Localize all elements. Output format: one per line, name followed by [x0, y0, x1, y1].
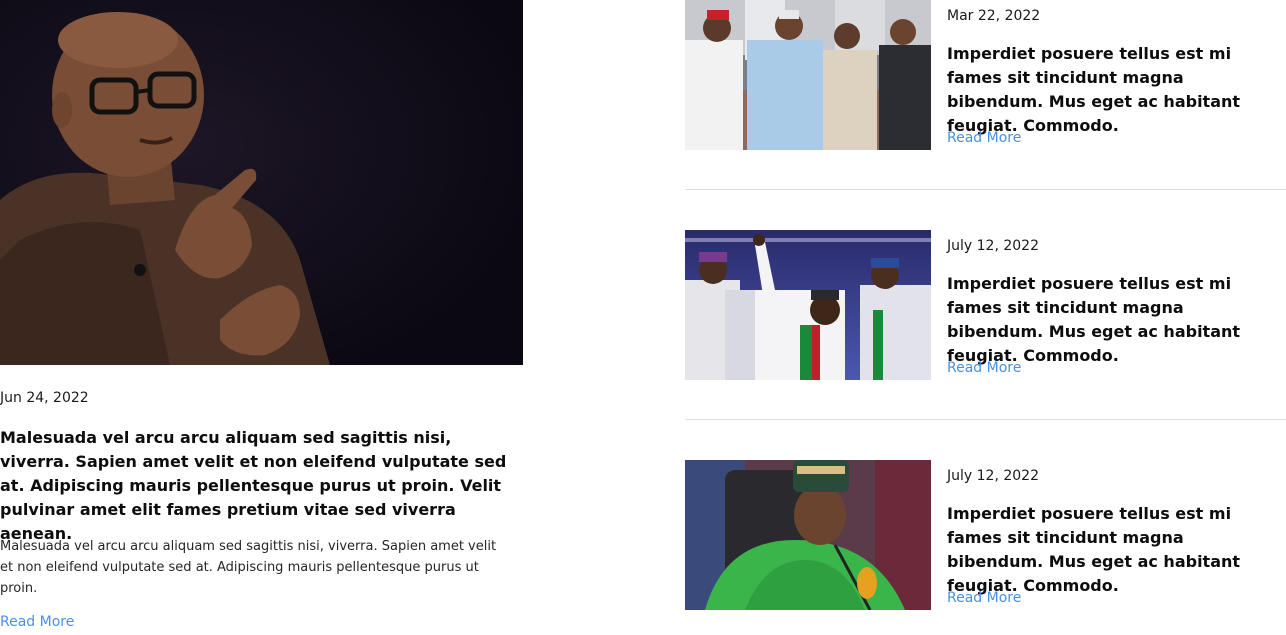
post-item: Mar 22, 2022 Imperdiet posuere tellus es… — [685, 0, 1286, 150]
featured-article-image[interactable] — [0, 0, 523, 365]
post-title[interactable]: Imperdiet posuere tellus est mi fames si… — [947, 42, 1277, 138]
post-photo — [685, 0, 931, 150]
featured-photo — [0, 0, 523, 365]
post-item: July 12, 2022 Imperdiet posuere tellus e… — [685, 230, 1286, 380]
post-photo — [685, 230, 931, 380]
post-thumbnail[interactable] — [685, 0, 931, 150]
read-more-link[interactable]: Read More — [947, 130, 1021, 146]
post-date: Mar 22, 2022 — [947, 8, 1041, 24]
post-photo — [685, 460, 931, 610]
featured-article: Jun 24, 2022 Malesuada vel arcu arcu ali… — [0, 0, 523, 630]
divider — [685, 419, 1286, 420]
post-title[interactable]: Imperdiet posuere tellus est mi fames si… — [947, 272, 1277, 368]
post-list: Mar 22, 2022 Imperdiet posuere tellus es… — [685, 0, 1286, 635]
featured-read-more-link[interactable]: Read More — [0, 614, 74, 630]
featured-article-date: Jun 24, 2022 — [0, 390, 89, 406]
read-more-link[interactable]: Read More — [947, 590, 1021, 606]
post-date: July 12, 2022 — [947, 468, 1039, 484]
divider — [685, 189, 1286, 190]
post-item: July 12, 2022 Imperdiet posuere tellus e… — [685, 460, 1286, 610]
post-title[interactable]: Imperdiet posuere tellus est mi fames si… — [947, 502, 1277, 598]
featured-article-title[interactable]: Malesuada vel arcu arcu aliquam sed sagi… — [0, 426, 510, 546]
post-date: July 12, 2022 — [947, 238, 1039, 254]
read-more-link[interactable]: Read More — [947, 360, 1021, 376]
blog-section: Jun 24, 2022 Malesuada vel arcu arcu ali… — [0, 0, 1286, 635]
post-thumbnail[interactable] — [685, 460, 931, 610]
post-thumbnail[interactable] — [685, 230, 931, 380]
featured-article-excerpt: Malesuada vel arcu arcu aliquam sed sagi… — [0, 539, 497, 596]
